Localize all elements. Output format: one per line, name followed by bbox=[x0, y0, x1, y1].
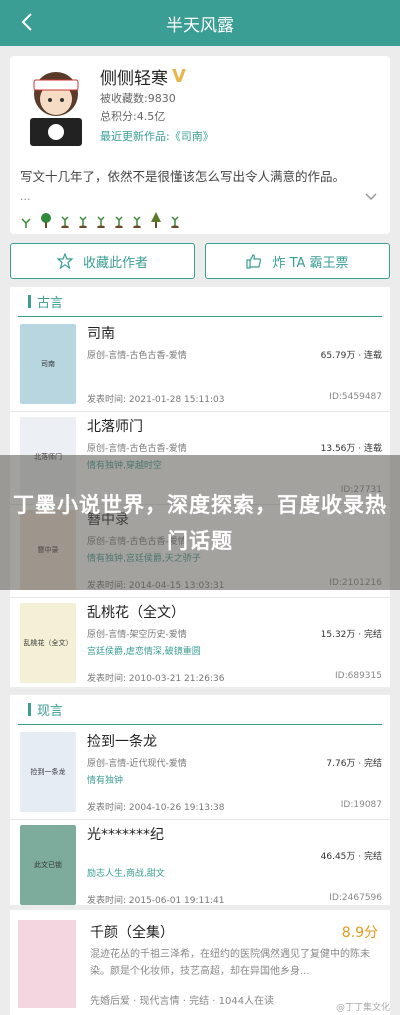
author-latest: 最近更新作品:《司南》 bbox=[100, 130, 214, 143]
latest-work-link[interactable]: 《司南》 bbox=[170, 130, 214, 143]
book-cover: 乱桃花（全文） bbox=[20, 603, 76, 683]
book-title: 捡到一条龙 bbox=[87, 734, 157, 750]
book-category: 原创-言情-近代现代-爱情 bbox=[87, 759, 187, 769]
book-tags: 宫廷侯爵,虐恋情深,破镜重圆 bbox=[87, 647, 201, 657]
book-publish-date: 发表时间: 2021-01-28 15:11:03 bbox=[87, 395, 225, 405]
book-publish-date: 发表时间: 2004-10-26 19:13:38 bbox=[87, 803, 225, 813]
book-tags: 情有独钟 bbox=[87, 776, 124, 786]
book-word-count: 46.45万 · 完结 bbox=[320, 852, 382, 862]
star-icon bbox=[56, 253, 73, 269]
plant-badges bbox=[20, 208, 180, 228]
bio-more: ... bbox=[20, 190, 31, 203]
book-title: 北落师门 bbox=[87, 419, 143, 435]
seedling-icon bbox=[115, 216, 123, 228]
section-header: 古言 bbox=[18, 287, 382, 317]
author-bio: 写文十几年了，依然不是很懂该怎么写出令人满意的作品。 bbox=[20, 169, 346, 184]
book-word-count: 15.32万 · 完结 bbox=[320, 630, 382, 640]
section-header: 现言 bbox=[18, 695, 382, 725]
tree-icon bbox=[41, 213, 51, 228]
book-category: 原创-言情-古色古香-爱情 bbox=[87, 444, 187, 454]
book-publish-date: 发表时间: 2010-03-21 21:26:36 bbox=[87, 674, 225, 684]
book-id: ID:5459487 bbox=[329, 392, 382, 402]
sprout-icon bbox=[21, 218, 31, 228]
section-xian-yan: 现言 捡到一条龙 捡到一条龙 原创-言情-近代现代-爱情 7.76万 · 完结 情有独钟… bbox=[10, 695, 390, 913]
favorite-author-button[interactable]: 收藏此作者 bbox=[10, 243, 195, 279]
book-cover: 捡到一条龙 bbox=[20, 732, 76, 812]
bawang-vote-button[interactable]: 炸 TA 霸王票 bbox=[205, 243, 390, 279]
recommended-book-card[interactable]: 千颜（全集） 8.9分 混迹花丛的千祖三泽希，在纽约的医院偶然遇见了复健中的陈未… bbox=[10, 910, 390, 1015]
promo-overlay-text: 丁墨小说世界，深度探索，百度收录热门话题 bbox=[13, 492, 387, 553]
book-cover: 司南 bbox=[20, 324, 76, 404]
watermark: @丁丁集文化 bbox=[335, 1003, 390, 1013]
author-card: 侧侧轻寒 V 被收藏数:9830 总积分:4.5亿 最近更新作品:《司南》 写文十… bbox=[10, 56, 390, 234]
book-word-count: 65.79万 · 连载 bbox=[320, 351, 382, 361]
book-title: 司南 bbox=[87, 326, 115, 342]
book-row[interactable]: 司南 司南 原创-言情-古色古香-爱情 65.79万 · 连载 发表时间: 2021-0… bbox=[10, 319, 390, 412]
seedling-icon bbox=[61, 216, 69, 228]
avatar bbox=[30, 72, 82, 146]
book-tags: 励志人生,商战,甜文 bbox=[87, 869, 165, 879]
book-category: 原创-言情-古色古香-爱情 bbox=[87, 351, 187, 361]
book-score: 8.9分 bbox=[341, 925, 378, 941]
book-id: ID:689315 bbox=[335, 671, 382, 681]
seedling-icon bbox=[79, 216, 87, 228]
book-row[interactable]: 此文已锁 光*******纪 46.45万 · 完结励志人生,商战,甜文发表时间: … bbox=[10, 820, 390, 913]
page-title: 半天风露 bbox=[166, 15, 234, 36]
author-points: 总积分:4.5亿 bbox=[100, 110, 166, 123]
book-cover bbox=[18, 920, 76, 1008]
tree-icon bbox=[151, 212, 161, 228]
seedling-icon bbox=[133, 216, 141, 228]
promo-overlay-banner: 丁墨小说世界，深度探索，百度收录热门话题 bbox=[0, 455, 400, 590]
book-title: 光*******纪 bbox=[87, 827, 164, 843]
author-bookmarks: 被收藏数:9830 bbox=[100, 92, 176, 105]
chevron-down-icon[interactable] bbox=[364, 190, 378, 204]
seedling-icon bbox=[171, 216, 179, 228]
author-name: 侧侧轻寒 V bbox=[100, 66, 186, 89]
book-cover: 此文已锁 bbox=[20, 825, 76, 905]
book-row[interactable]: 捡到一条龙 捡到一条龙 原创-言情-近代现代-爱情 7.76万 · 完结 情有独钟 发表时… bbox=[10, 727, 390, 820]
book-title: 千颜（全集） bbox=[90, 925, 174, 941]
back-arrow-icon[interactable] bbox=[18, 12, 38, 32]
book-id: ID:2467596 bbox=[329, 893, 382, 903]
book-meta: 先婚后爱 · 现代言情 · 完结 · 1044人在读 bbox=[90, 996, 275, 1007]
book-id: ID:19087 bbox=[340, 800, 382, 810]
book-description: 混迹花丛的千祖三泽希，在纽约的医院偶然遇见了复健中的陈未染。颜是个化妆师，技艺高… bbox=[90, 949, 370, 977]
seedling-icon bbox=[97, 216, 105, 228]
book-title: 乱桃花（全文） bbox=[87, 605, 185, 621]
book-publish-date: 发表时间: 2015-06-01 19:11:41 bbox=[87, 896, 225, 906]
book-category: 原创-言情-架空历史-爱情 bbox=[87, 630, 187, 640]
book-word-count: 13.56万 · 连载 bbox=[320, 444, 382, 454]
top-bar: 半天风露 bbox=[0, 0, 400, 46]
book-row[interactable]: 乱桃花（全文） 乱桃花（全文） 原创-言情-架空历史-爱情 15.32万 · 完结宫廷… bbox=[10, 598, 390, 691]
vip-icon: V bbox=[172, 66, 186, 87]
thumbs-up-icon bbox=[246, 254, 262, 269]
book-word-count: 7.76万 · 完结 bbox=[326, 759, 382, 769]
